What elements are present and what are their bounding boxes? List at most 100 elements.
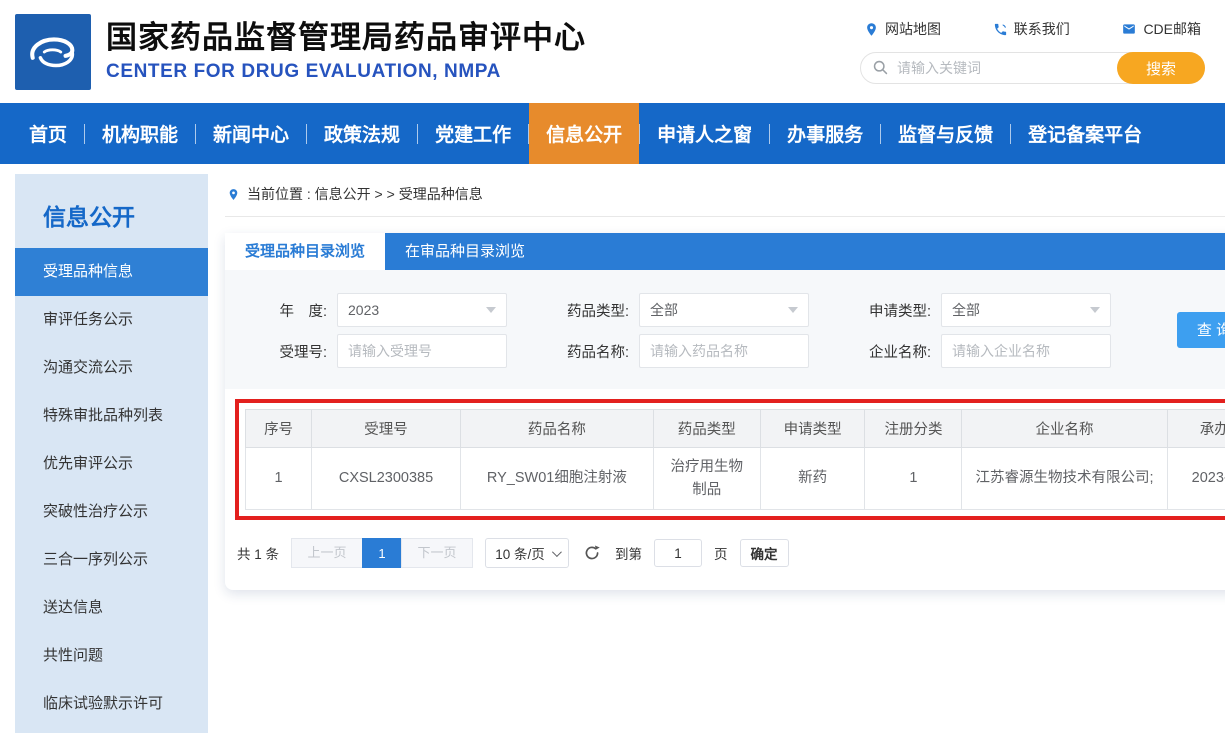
sidebar-item-special-approval[interactable]: 特殊审批品种列表 — [15, 392, 208, 440]
application-type-select-value: 全部 — [952, 300, 980, 320]
sidebar-item-communication[interactable]: 沟通交流公示 — [15, 344, 208, 392]
sidebar-item-priority-review[interactable]: 优先审评公示 — [15, 440, 208, 488]
sidebar-item-accepted-varieties[interactable]: 受理品种信息 — [15, 248, 208, 296]
acceptance-no-input[interactable] — [348, 343, 496, 359]
sitemap-label: 网站地图 — [885, 19, 941, 39]
location-pin-icon — [864, 22, 879, 37]
search-button[interactable]: 搜索 — [1117, 52, 1205, 84]
main-nav: 首页 机构职能 新闻中心 政策法规 党建工作 信息公开 申请人之窗 办事服务 监… — [0, 103, 1225, 164]
sidebar-title: 信息公开 — [15, 192, 208, 248]
nav-item-party[interactable]: 党建工作 — [418, 103, 528, 164]
col-drug-name: 药品名称 — [460, 410, 653, 448]
col-application-type: 申请类型 — [760, 410, 865, 448]
drug-name-label: 药品名称: — [553, 341, 629, 362]
year-label: 年 度: — [251, 300, 327, 321]
sidebar-item-delivery-info[interactable]: 送达信息 — [15, 584, 208, 632]
cell-acceptance-no: CXSL2300385 — [312, 448, 461, 510]
cell-serial: 1 — [246, 448, 312, 510]
col-handle-date: 承办日期 — [1167, 410, 1225, 448]
cell-drug-name: RY_SW01细胞注射液 — [460, 448, 653, 510]
page-size-value: 10 条/页 — [495, 543, 545, 563]
cell-company: 江苏睿源生物技术有限公司; — [962, 448, 1167, 510]
sidebar-item-clinical-trial-license[interactable]: 临床试验默示许可 — [15, 680, 208, 728]
company-name-label: 企业名称: — [855, 341, 931, 362]
chevron-down-icon — [1090, 307, 1100, 313]
search-icon — [872, 59, 889, 81]
location-pin-icon — [227, 187, 240, 202]
nav-item-policies[interactable]: 政策法规 — [307, 103, 417, 164]
cde-logo-mark — [24, 23, 82, 81]
goto-page-input[interactable] — [654, 539, 702, 567]
content-card: 受理品种目录浏览 在审品种目录浏览 年 度: 2023 药品类型: — [225, 233, 1225, 590]
breadcrumb: 当前位置 : 信息公开 > > 受理品种信息 — [225, 182, 1225, 217]
nav-item-services[interactable]: 办事服务 — [770, 103, 880, 164]
cell-application-type: 新药 — [760, 448, 865, 510]
col-serial: 序号 — [246, 410, 312, 448]
query-button[interactable]: 查 询 — [1177, 312, 1225, 348]
chevron-down-icon — [552, 547, 562, 557]
confirm-button[interactable]: 确定 — [740, 539, 789, 567]
nav-item-info-disclosure[interactable]: 信息公开 — [529, 103, 639, 164]
filter-panel: 年 度: 2023 药品类型: 全部 申请类 — [225, 270, 1225, 389]
drug-type-select[interactable]: 全部 — [639, 293, 809, 327]
highlight-red-border: 序号 受理号 药品名称 药品类型 申请类型 注册分类 企业名称 承办日期 — [235, 399, 1225, 520]
cell-drug-type: 治疗用生物制品 — [653, 448, 760, 510]
year-select[interactable]: 2023 — [337, 293, 507, 327]
refresh-icon — [583, 544, 601, 562]
chevron-down-icon — [486, 307, 496, 313]
contact-link[interactable]: 联系我们 — [993, 19, 1070, 39]
page-title: 国家药品监督管理局药品审评中心 — [106, 20, 586, 56]
acceptance-no-label: 受理号: — [251, 341, 327, 362]
col-acceptance-no: 受理号 — [312, 410, 461, 448]
cde-logo — [15, 14, 91, 90]
col-registration-class: 注册分类 — [865, 410, 962, 448]
goto-suffix: 页 — [714, 543, 728, 563]
page-subtitle: CENTER FOR DRUG EVALUATION, NMPA — [106, 61, 586, 83]
tabbar: 受理品种目录浏览 在审品种目录浏览 — [225, 233, 1225, 270]
current-page-button[interactable]: 1 — [362, 538, 402, 568]
cell-handle-date: 2023-05-31 — [1167, 448, 1225, 510]
drug-type-select-value: 全部 — [650, 300, 678, 320]
nav-item-supervision[interactable]: 监督与反馈 — [881, 103, 1010, 164]
mailbox-link[interactable]: CDE邮箱 — [1121, 19, 1201, 39]
table-row: 1 CXSL2300385 RY_SW01细胞注射液 治疗用生物制品 新药 1 … — [246, 448, 1225, 510]
contact-label: 联系我们 — [1014, 19, 1070, 39]
sitemap-link[interactable]: 网站地图 — [864, 19, 941, 39]
nav-item-home[interactable]: 首页 — [12, 103, 84, 164]
sidebar-item-common-issues[interactable]: 共性问题 — [15, 632, 208, 680]
page-size-select[interactable]: 10 条/页 — [485, 538, 569, 568]
chevron-down-icon — [788, 307, 798, 313]
total-count: 共 1 条 — [237, 543, 279, 563]
nav-item-applicant-window[interactable]: 申请人之窗 — [640, 103, 769, 164]
refresh-button[interactable] — [583, 544, 601, 562]
acceptance-no-field — [337, 334, 507, 368]
next-page-button[interactable]: 下一页 — [401, 538, 473, 568]
nav-item-functions[interactable]: 机构职能 — [85, 103, 195, 164]
prev-page-button[interactable]: 上一页 — [291, 538, 363, 568]
drug-type-label: 药品类型: — [553, 300, 629, 321]
year-select-value: 2023 — [348, 302, 379, 318]
drug-name-input[interactable] — [650, 343, 798, 359]
tab-accepted-catalog[interactable]: 受理品种目录浏览 — [225, 233, 385, 270]
nav-item-registration-platform[interactable]: 登记备案平台 — [1011, 103, 1159, 164]
table-header-row: 序号 受理号 药品名称 药品类型 申请类型 注册分类 企业名称 承办日期 — [246, 410, 1225, 448]
tab-under-review-catalog[interactable]: 在审品种目录浏览 — [385, 233, 545, 270]
cell-registration-class: 1 — [865, 448, 962, 510]
mailbox-label: CDE邮箱 — [1143, 19, 1201, 39]
drug-name-field — [639, 334, 809, 368]
sidebar-item-review-tasks[interactable]: 审评任务公示 — [15, 296, 208, 344]
sidebar-item-three-in-one[interactable]: 三合一序列公示 — [15, 536, 208, 584]
envelope-icon — [1121, 22, 1137, 36]
col-company: 企业名称 — [962, 410, 1167, 448]
application-type-select[interactable]: 全部 — [941, 293, 1111, 327]
nav-item-news[interactable]: 新闻中心 — [196, 103, 306, 164]
sidebar: 信息公开 受理品种信息 审评任务公示 沟通交流公示 特殊审批品种列表 优先审评公… — [15, 174, 208, 733]
results-table: 序号 受理号 药品名称 药品类型 申请类型 注册分类 企业名称 承办日期 — [245, 409, 1225, 510]
top-links: 网站地图 联系我们 CDE邮箱 — [860, 19, 1205, 39]
breadcrumb-text: 当前位置 : 信息公开 > > 受理品种信息 — [247, 184, 483, 204]
sidebar-item-breakthrough-therapy[interactable]: 突破性治疗公示 — [15, 488, 208, 536]
phone-icon — [993, 22, 1008, 37]
site-header: 国家药品监督管理局药品审评中心 CENTER FOR DRUG EVALUATI… — [0, 0, 1225, 103]
company-name-input[interactable] — [952, 343, 1100, 359]
pagination: 共 1 条 上一页 1 下一页 10 条/页 到第 — [225, 520, 1225, 590]
